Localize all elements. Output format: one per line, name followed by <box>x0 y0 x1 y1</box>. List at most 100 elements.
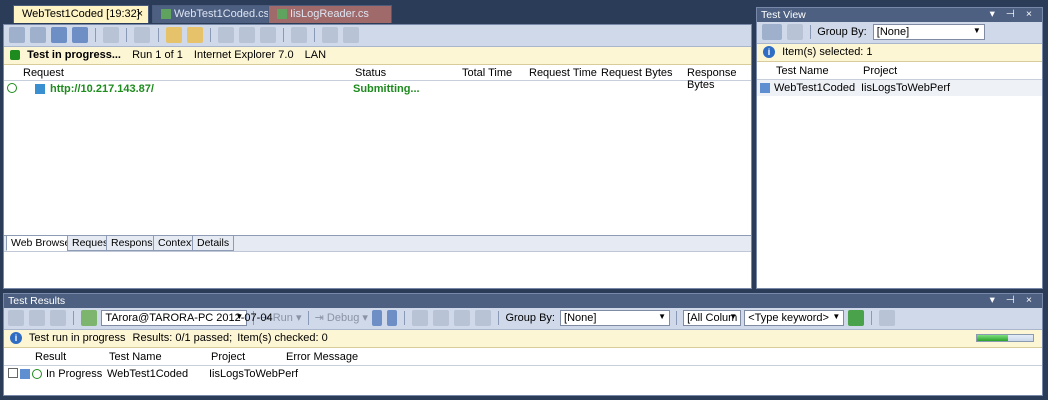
run-selection-icon[interactable] <box>762 24 782 40</box>
columns-filter-select[interactable]: [All Colum ▼ <box>683 310 742 326</box>
test-view-panel: Test View ▾ ⊣ × Group By: [None] ▼ i Ite… <box>756 7 1043 289</box>
panel-title: Test View <box>761 9 806 21</box>
column-total-time[interactable]: Total Time <box>462 67 512 79</box>
column-project[interactable]: Project <box>211 351 245 363</box>
test-run-select[interactable]: TArora@TARORA-PC 2012-07-04 ▼ <box>101 310 273 326</box>
result-cell: In Progress <box>46 368 103 380</box>
request-row[interactable]: http://10.217.143.87/ Submitting... <box>4 81 751 97</box>
request-url: http://10.217.143.87/ <box>50 83 154 95</box>
column-test-name[interactable]: Test Name <box>776 65 829 77</box>
run-details-icon[interactable] <box>475 310 492 326</box>
tab-label: WebTest1Coded.cs <box>174 8 270 20</box>
group-by-label: Group By: <box>505 311 555 324</box>
find-previous-icon[interactable] <box>259 27 276 43</box>
detail-tab-strip: Web Browser Request Response Context Det… <box>4 235 751 251</box>
toolbar-separator <box>314 28 316 42</box>
project-cell: IisLogsToWebPerf <box>209 368 299 380</box>
column-test-name[interactable]: Test Name <box>109 351 162 363</box>
test-results-toolbar: TArora@TARORA-PC 2012-07-04 ▼ ⇥ Run ▾ ⇥ … <box>4 308 1042 330</box>
toolbar-separator <box>498 311 500 325</box>
run-label: Run <box>272 311 293 324</box>
test-view-grid-header: Test Name Project <box>757 62 1042 80</box>
run-progress-fill <box>977 335 1008 341</box>
publish-icon[interactable] <box>454 310 471 326</box>
refresh-icon[interactable] <box>134 27 151 43</box>
window-controls[interactable]: ▾ ⊣ × <box>990 8 1036 20</box>
chevron-down-icon: ▼ <box>972 26 981 35</box>
stop-icon[interactable] <box>387 310 398 326</box>
list-view-icon[interactable] <box>8 310 24 326</box>
info-icon: i <box>10 332 22 345</box>
apply-filter-icon[interactable] <box>848 310 865 326</box>
column-request-bytes[interactable]: Request Bytes <box>601 67 673 79</box>
open-folder-icon[interactable] <box>165 27 182 43</box>
toolbar-separator <box>871 311 873 325</box>
pause-icon[interactable] <box>371 310 382 326</box>
pause-icon[interactable] <box>51 27 68 43</box>
column-project[interactable]: Project <box>863 65 897 77</box>
create-performance-session-icon[interactable] <box>322 27 339 43</box>
keyword-filter-input[interactable]: <Type keyword> ▼ <box>744 310 845 326</box>
column-result[interactable]: Result <box>35 351 66 363</box>
find-next-icon[interactable] <box>238 27 255 43</box>
tree-view-icon[interactable] <box>29 310 46 326</box>
tab-webtest1coded-cs[interactable]: WebTest1Coded.cs <box>152 5 274 23</box>
expand-icon[interactable] <box>7 83 17 93</box>
tab-label: IisLogReader.cs <box>290 8 369 20</box>
test-view-title-bar: Test View ▾ ⊣ × <box>757 8 1042 22</box>
web-browser-view <box>4 251 751 288</box>
column-error-message[interactable]: Error Message <box>286 351 358 363</box>
test-result-row[interactable]: In Progress WebTest1Coded IisLogsToWebPe… <box>4 366 1042 382</box>
chevron-down-icon: ▼ <box>729 312 738 321</box>
run-icon[interactable] <box>9 27 25 43</box>
request-grid-header: Request Status Total Time Request Time R… <box>4 65 751 91</box>
chevron-down-icon: ▼ <box>832 312 841 321</box>
tab-webtest1coded-run[interactable]: WebTest1Coded [19:32] × <box>13 5 149 23</box>
toolbar-separator <box>676 311 678 325</box>
test-view-info-bar: i Item(s) selected: 1 <box>757 44 1042 62</box>
test-view-row[interactable]: WebTest1Coded IisLogsToWebPerf <box>757 80 1042 96</box>
window-icon[interactable] <box>50 310 67 326</box>
toolbar-separator <box>126 28 128 42</box>
group-by-select[interactable]: [None] ▼ <box>872 24 985 40</box>
toolbar-separator <box>209 28 211 42</box>
close-icon[interactable]: × <box>137 8 143 20</box>
network-type: LAN <box>304 49 327 61</box>
test-name-cell: WebTest1Coded <box>107 368 189 380</box>
tab-iislogreader-cs[interactable]: IisLogReader.cs <box>268 5 392 23</box>
import-icon[interactable] <box>412 310 429 326</box>
group-by-value: [None] <box>564 312 597 324</box>
group-by-select[interactable]: [None] ▼ <box>560 310 671 326</box>
column-request[interactable]: Request <box>23 67 64 79</box>
csharp-file-icon <box>161 9 171 20</box>
browser-type: Internet Explorer 7.0 <box>193 49 294 61</box>
export-icon[interactable] <box>291 27 307 43</box>
toolbar-separator <box>810 25 812 39</box>
csharp-file-icon <box>277 9 287 20</box>
row-checkbox[interactable] <box>8 368 18 378</box>
webtest-toolbar <box>4 25 751 47</box>
web-request-icon <box>35 84 45 94</box>
refresh-icon[interactable] <box>787 24 804 40</box>
tab-details[interactable]: Details <box>192 235 235 251</box>
toolbar-separator <box>307 311 309 325</box>
toolbar-separator <box>157 28 159 42</box>
export-results-icon[interactable] <box>433 310 450 326</box>
step-icon[interactable] <box>30 27 47 43</box>
webtest-status-bar: Test in progress... Run 1 of 1 Internet … <box>4 47 751 65</box>
promote-icon[interactable] <box>343 27 360 43</box>
tab-label: WebTest1Coded [19:32] <box>22 8 140 20</box>
column-request-time[interactable]: Request Time <box>529 67 597 79</box>
find-icon[interactable] <box>217 27 234 43</box>
running-icon <box>10 50 20 61</box>
edit-run-settings-icon[interactable] <box>103 27 120 43</box>
debug-button[interactable]: ⇥ Debug ▾ <box>315 312 368 324</box>
test-results-panel: Test Results ▾ ⊣ × TArora@TARORA-PC 2012… <box>3 293 1043 396</box>
column-status[interactable]: Status <box>355 67 386 79</box>
folder-icon[interactable] <box>186 27 203 43</box>
columns-icon[interactable] <box>879 310 896 326</box>
window-controls[interactable]: ▾ ⊣ × <box>990 294 1036 306</box>
webtest-results-panel: Test in progress... Run 1 of 1 Internet … <box>3 24 752 289</box>
stop-icon[interactable] <box>72 27 89 43</box>
test-results-grid-header: Result Test Name Project Error Message <box>4 348 1042 366</box>
